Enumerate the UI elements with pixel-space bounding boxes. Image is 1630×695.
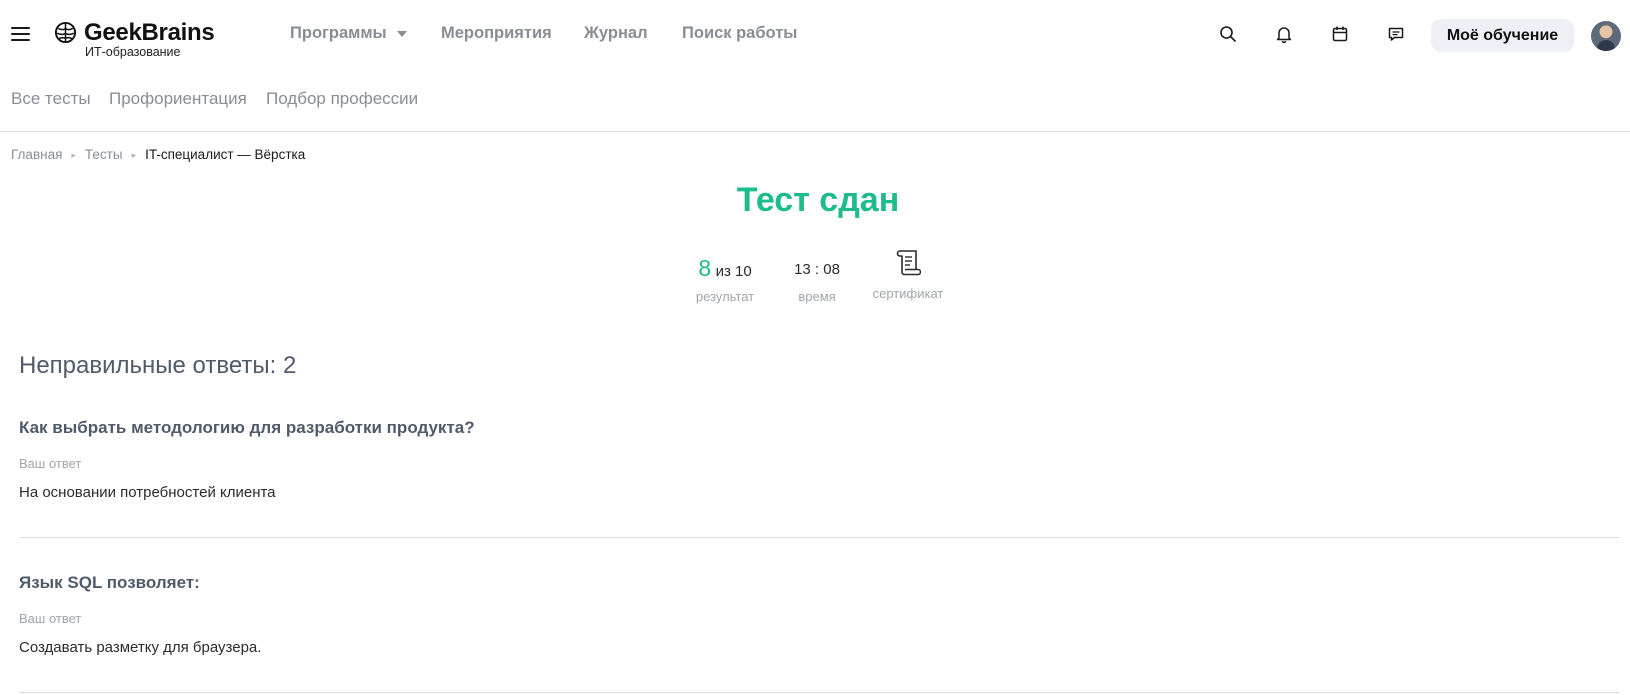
calendar-icon[interactable] — [1330, 24, 1350, 44]
question-1-text: Как выбрать методологию для разработки п… — [19, 418, 475, 437]
search-icon[interactable] — [1218, 24, 1238, 44]
certificate-icon[interactable] — [895, 248, 921, 276]
nav-programs[interactable]: Программы — [290, 24, 407, 43]
brain-logo-icon — [54, 21, 77, 44]
score-number: 8 — [698, 255, 712, 281]
time-stat: 13 : 08 время — [785, 258, 849, 304]
score-label: результат — [695, 289, 755, 304]
caret-down-icon — [396, 30, 407, 37]
certificate-label: сертификат — [872, 286, 944, 301]
wrong-answers-title: Неправильные ответы: 2 — [19, 352, 297, 379]
question-2-answer-label: Ваш ответ — [19, 611, 82, 626]
logo-subtitle: ИТ-образование — [85, 45, 181, 59]
chat-icon[interactable] — [1386, 24, 1406, 44]
breadcrumb-separator-icon: ▸ — [131, 149, 137, 160]
nav-events[interactable]: Мероприятия — [441, 24, 552, 43]
nav-journal[interactable]: Журнал — [584, 24, 648, 43]
breadcrumb-separator-icon: ▸ — [71, 149, 76, 160]
subnav-all-tests[interactable]: Все тесты — [11, 89, 91, 109]
menu-icon[interactable] — [11, 26, 30, 42]
avatar[interactable] — [1591, 21, 1621, 51]
score-stat: 8 из 10 результат — [688, 255, 762, 304]
result-title: Тест сдан — [736, 181, 900, 219]
nav-programs-label: Программы — [290, 24, 387, 42]
question-1-answer-label: Ваш ответ — [19, 456, 82, 471]
nav-job-search[interactable]: Поиск работы — [682, 24, 797, 43]
my-learning-button[interactable]: Моё обучение — [1431, 19, 1574, 52]
top-header: GeekBrains ИТ-образование Программы Меро… — [0, 0, 1630, 72]
breadcrumb-tests[interactable]: Тесты — [85, 147, 123, 162]
time-label: время — [798, 289, 836, 304]
subnav-divider — [0, 131, 1630, 132]
question-1-answer: На основании потребностей клиента — [19, 484, 276, 501]
breadcrumb: Главная ▸ Тесты ▸ IT-специалист — Вёрстка — [11, 147, 305, 162]
time-value: 13 : 08 — [794, 261, 840, 278]
certificate-stat[interactable]: сертификат — [868, 248, 948, 301]
score-value: 8 из 10 — [688, 255, 762, 282]
subnav-career-guidance[interactable]: Профориентация — [109, 89, 247, 109]
question-divider — [19, 537, 1619, 538]
subnav-profession-selection[interactable]: Подбор профессии — [266, 89, 418, 109]
question-divider — [19, 692, 1619, 693]
breadcrumb-current: IT-специалист — Вёрстка — [145, 147, 306, 162]
bell-icon[interactable] — [1274, 24, 1294, 44]
question-2-answer: Создавать разметку для браузера. — [19, 639, 262, 656]
question-2-text: Язык SQL позволяет: — [19, 573, 200, 592]
logo-text: GeekBrains — [84, 19, 215, 46]
score-total: из 10 — [715, 263, 752, 280]
breadcrumb-home[interactable]: Главная — [11, 147, 62, 162]
